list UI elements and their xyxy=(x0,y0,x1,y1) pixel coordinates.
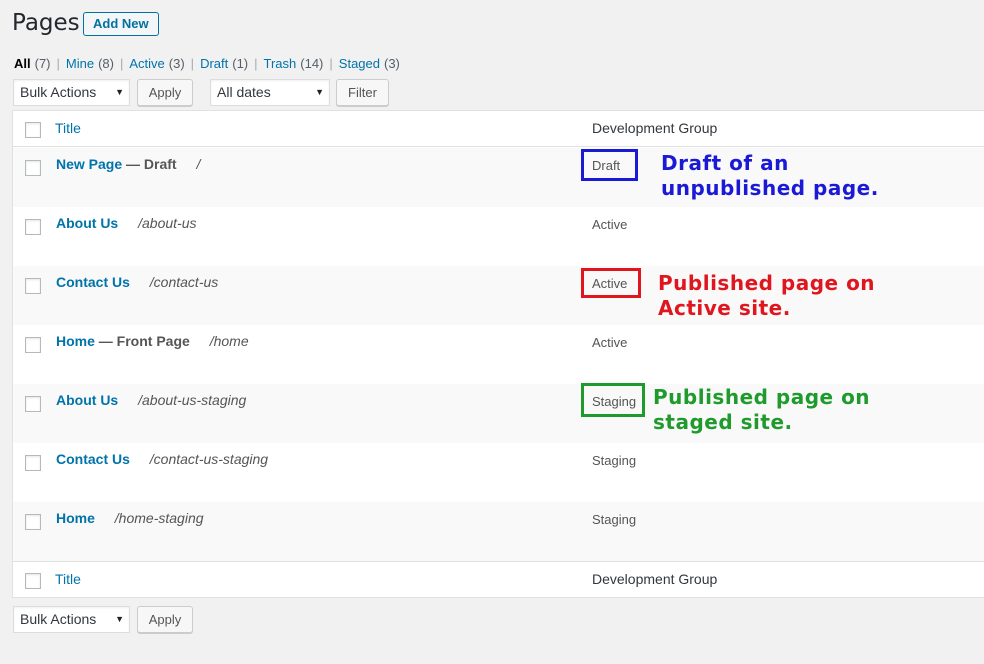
page-title-link[interactable]: Contact Us xyxy=(56,274,130,290)
page-state: — Draft xyxy=(126,156,177,172)
page-path: /contact-us-staging xyxy=(149,451,269,467)
filter-trash-link[interactable]: Trash xyxy=(264,56,297,71)
page-state: — Front Page xyxy=(98,333,190,349)
development-group-value: Active xyxy=(592,335,628,350)
note-staging-line-1: Published page on xyxy=(653,385,871,409)
note-draft-line-2: unpublished page. xyxy=(661,176,879,200)
bulk-actions-value: Bulk Actions xyxy=(20,84,97,100)
filter-draft: Draft (1) | xyxy=(200,56,263,71)
page-title-cell: About Us /about-us-staging xyxy=(56,392,246,408)
page-title-link[interactable]: About Us xyxy=(56,215,118,231)
filter-mine: Mine (8) | xyxy=(66,56,129,71)
filter-separator: | xyxy=(190,56,195,71)
select-all-checkbox[interactable] xyxy=(25,122,41,138)
highlight-box-draft xyxy=(581,149,638,181)
apply-button-top[interactable]: Apply xyxy=(137,79,193,106)
page-title-cell: Home /home-staging xyxy=(56,510,204,526)
add-new-button[interactable]: Add New xyxy=(83,12,159,36)
column-development-group-header: Development Group xyxy=(592,120,718,136)
row-checkbox[interactable] xyxy=(25,337,41,353)
table-row: Home — Front Page /home Active xyxy=(13,325,984,384)
table-row: Contact Us /contact-us-staging Staging xyxy=(13,443,984,502)
column-title-footer[interactable]: Title xyxy=(55,571,81,587)
filter-all-link[interactable]: All xyxy=(14,56,31,71)
page-title-link[interactable]: New Page xyxy=(56,156,122,172)
page-path: /about-us xyxy=(138,215,197,231)
highlight-box-staging xyxy=(581,383,645,417)
page-title-cell: Home — Front Page /home xyxy=(56,333,249,349)
page-title-link[interactable]: Contact Us xyxy=(56,451,130,467)
bulk-actions-value: Bulk Actions xyxy=(20,611,97,627)
filter-separator: | xyxy=(119,56,124,71)
filter-draft-count: (1) xyxy=(232,56,249,71)
column-title-header[interactable]: Title xyxy=(55,120,81,136)
filter-separator: | xyxy=(254,56,258,71)
bulk-actions-select-bottom[interactable]: Bulk Actions ▼ xyxy=(13,606,130,633)
note-staging: Published page on staged site. xyxy=(653,385,870,435)
date-filter-value: All dates xyxy=(217,84,271,100)
filter-separator: | xyxy=(56,56,60,71)
note-active-line-2: Active site. xyxy=(658,296,791,320)
filter-trash-count: (14) xyxy=(300,56,324,71)
apply-button-bottom[interactable]: Apply xyxy=(137,606,193,633)
chevron-down-icon: ▼ xyxy=(115,87,124,97)
row-checkbox[interactable] xyxy=(25,396,41,412)
page-title-cell: Contact Us /contact-us-staging xyxy=(56,451,268,467)
note-active-line-1: Published page on xyxy=(658,271,876,295)
date-filter-select[interactable]: All dates ▼ xyxy=(210,79,330,106)
page-title: Pages xyxy=(12,10,80,36)
row-checkbox[interactable] xyxy=(25,455,41,471)
filter-staged: Staged (3) xyxy=(339,56,400,71)
development-group-value: Active xyxy=(592,217,628,232)
row-checkbox[interactable] xyxy=(25,278,41,294)
highlight-box-active xyxy=(581,268,641,298)
filter-staged-link[interactable]: Staged xyxy=(339,56,380,71)
filter-mine-link[interactable]: Mine xyxy=(66,56,94,71)
page-title-cell: New Page — Draft / xyxy=(56,156,200,172)
page-path: / xyxy=(196,156,201,172)
page-path: /contact-us xyxy=(149,274,219,290)
table-footer-row: Title Development Group xyxy=(13,561,984,597)
table-row: Home /home-staging Staging xyxy=(13,502,984,561)
filter-staged-count: (3) xyxy=(383,56,400,71)
filter-trash: Trash (14) | xyxy=(264,56,339,71)
page-title-cell: About Us /about-us xyxy=(56,215,196,231)
page-path: /home xyxy=(209,333,249,349)
bulk-actions-select-top[interactable]: Bulk Actions ▼ xyxy=(13,79,130,106)
development-group-value: Staging xyxy=(592,453,637,468)
page-title-cell: Contact Us /contact-us xyxy=(56,274,218,290)
note-draft-line-1: Draft of an xyxy=(661,151,789,175)
row-checkbox[interactable] xyxy=(25,160,41,176)
page-title-link[interactable]: Home xyxy=(56,510,95,526)
row-checkbox[interactable] xyxy=(25,514,41,530)
column-development-group-footer: Development Group xyxy=(592,571,718,587)
table-row: About Us /about-us Active xyxy=(13,207,984,266)
page-path: /about-us-staging xyxy=(138,392,247,408)
filter-all: All (7) | xyxy=(14,56,66,71)
chevron-down-icon: ▼ xyxy=(315,87,324,97)
table-header-row: Title Development Group xyxy=(13,111,984,147)
development-group-value: Staging xyxy=(592,512,637,527)
filter-draft-link[interactable]: Draft xyxy=(200,56,228,71)
filter-separator: | xyxy=(329,56,333,71)
note-draft: Draft of an unpublished page. xyxy=(661,151,879,201)
note-active: Published page on Active site. xyxy=(658,271,875,321)
filter-active-link[interactable]: Active xyxy=(129,56,164,71)
filter-mine-count: (8) xyxy=(98,56,114,71)
filter-all-count: (7) xyxy=(34,56,51,71)
chevron-down-icon: ▼ xyxy=(115,614,124,624)
row-checkbox[interactable] xyxy=(25,219,41,235)
status-filter-list: All (7) | Mine (8) | Active (3) | Draft (1) | Tr… xyxy=(14,56,400,71)
note-staging-line-2: staged site. xyxy=(653,410,793,434)
page-title-link[interactable]: About Us xyxy=(56,392,118,408)
page-path: /home-staging xyxy=(114,510,204,526)
filter-button[interactable]: Filter xyxy=(336,79,389,106)
filter-active-count: (3) xyxy=(168,56,185,71)
filter-active: Active (3) | xyxy=(129,56,200,71)
select-all-checkbox-footer[interactable] xyxy=(25,573,41,589)
page-title-link[interactable]: Home xyxy=(56,333,95,349)
